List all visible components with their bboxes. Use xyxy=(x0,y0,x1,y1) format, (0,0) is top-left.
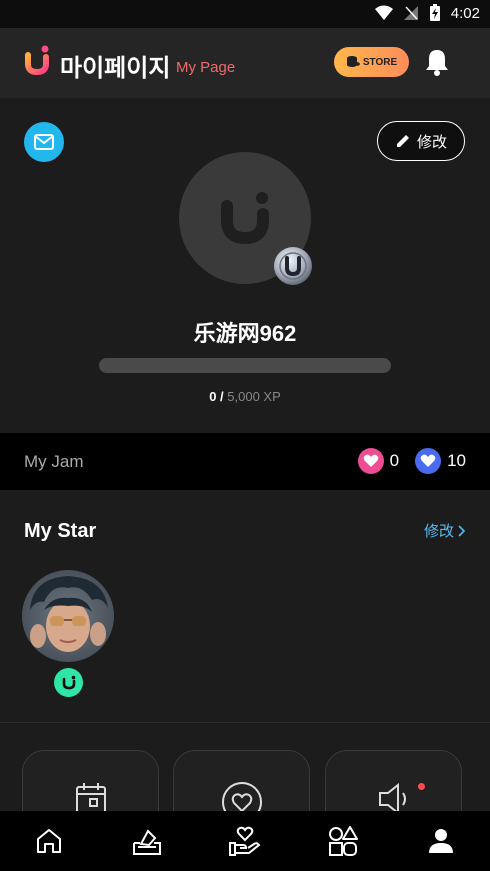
xp-text: 0 / 5,000 XP xyxy=(0,389,490,404)
my-star-edit-link[interactable]: 修改 xyxy=(424,520,466,541)
charity-icon xyxy=(229,826,261,856)
my-star-edit-label: 修改 xyxy=(423,523,454,540)
chevron-right-icon xyxy=(458,524,466,537)
pencil-icon xyxy=(396,135,409,147)
category-icon xyxy=(329,826,358,856)
my-jam-title: My Jam xyxy=(24,452,84,471)
username: 乐游网962 xyxy=(193,321,297,346)
star-avatar[interactable] xyxy=(22,570,114,662)
star-logo-badge xyxy=(54,668,83,697)
default-avatar-logo-icon xyxy=(221,192,269,245)
jam-counts: 0 10 xyxy=(357,448,466,474)
notification-dot xyxy=(418,783,425,790)
my-star-title: My Star xyxy=(24,520,97,542)
bottom-navigation xyxy=(0,811,490,871)
shortcut-cards xyxy=(0,723,490,811)
nav-home[interactable] xyxy=(0,811,98,871)
blue-heart-count: 10 xyxy=(447,451,466,470)
page-subtitle: My Page xyxy=(176,59,236,76)
app-header: 마이페이지 My Page STORE xyxy=(0,28,490,98)
blue-heart-icon xyxy=(415,448,442,474)
speaker-icon xyxy=(378,782,406,811)
no-signal-icon xyxy=(403,6,418,20)
home-icon xyxy=(37,829,61,853)
battery-charging-icon xyxy=(429,4,440,21)
pink-heart-icon xyxy=(357,448,384,474)
xp-total: 5,000 XP xyxy=(227,389,281,404)
nav-vote[interactable] xyxy=(98,811,196,871)
nav-category[interactable] xyxy=(294,811,392,871)
store-label: STORE xyxy=(362,56,398,68)
status-time: 4:02 xyxy=(450,4,480,22)
profile-icon xyxy=(429,829,453,853)
bell-icon[interactable] xyxy=(424,48,450,76)
nav-profile[interactable] xyxy=(392,811,490,871)
wifi-icon xyxy=(374,5,393,20)
heart-circle-icon xyxy=(221,782,262,811)
vote-icon xyxy=(133,829,161,855)
profile-section: 修改 乐游网962 0 / 5,000 XP xyxy=(0,98,490,433)
edit-profile-button[interactable]: 修改 xyxy=(377,121,465,161)
coins-icon xyxy=(346,56,360,67)
mail-button[interactable] xyxy=(24,122,64,162)
page-title: 마이페이지 xyxy=(60,55,171,82)
xp-separator: / xyxy=(216,389,228,404)
mail-icon xyxy=(34,134,54,150)
logo-badge-icon xyxy=(62,675,75,689)
calendar-icon xyxy=(75,783,106,811)
app-logo-icon xyxy=(25,45,49,75)
nav-charity[interactable] xyxy=(196,811,294,871)
notice-card[interactable] xyxy=(325,750,462,811)
level-badge-icon xyxy=(274,247,312,285)
my-star-section: My Star 修改 xyxy=(0,490,490,722)
pink-heart-count: 0 xyxy=(389,451,400,470)
favorites-card[interactable] xyxy=(173,750,310,811)
status-bar: 4:02 xyxy=(0,0,490,28)
store-button[interactable]: STORE xyxy=(334,47,409,77)
xp-progress-bar xyxy=(99,358,391,373)
star-photo-icon xyxy=(22,570,114,662)
edit-profile-label: 修改 xyxy=(416,133,447,151)
my-jam-row[interactable]: My Jam 0 10 xyxy=(0,433,490,490)
schedule-card[interactable] xyxy=(22,750,159,811)
